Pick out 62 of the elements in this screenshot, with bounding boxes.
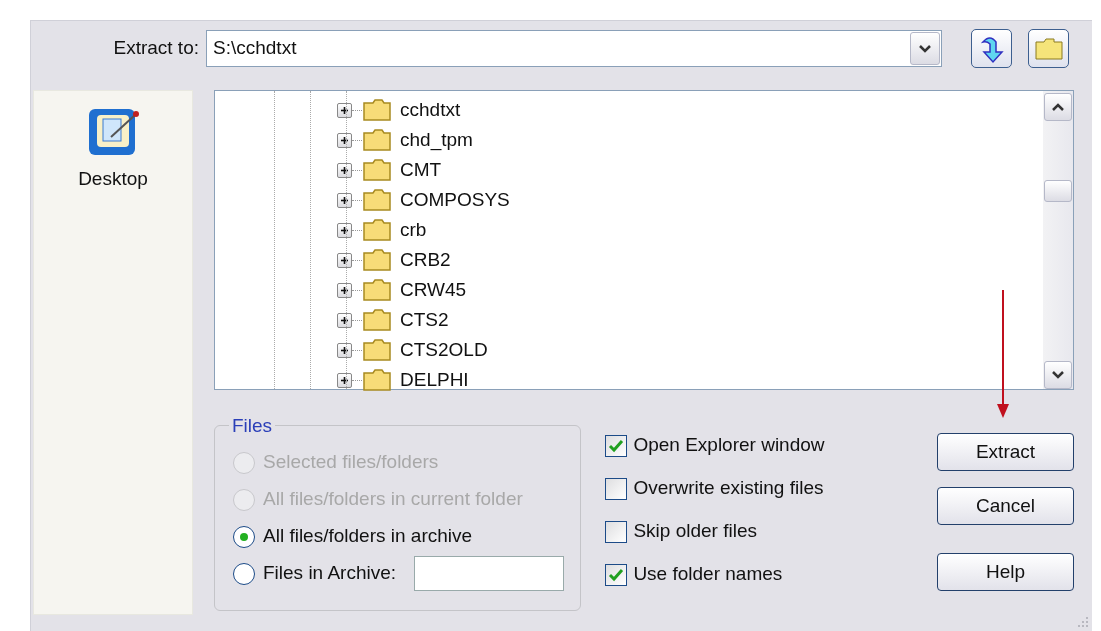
option-label[interactable]: Files in Archive: xyxy=(263,559,397,588)
folder-name[interactable]: crb xyxy=(400,215,427,245)
expand-toggle[interactable] xyxy=(337,102,352,118)
folder-icon xyxy=(362,218,392,242)
folder-icon xyxy=(362,188,392,212)
expand-toggle[interactable] xyxy=(337,162,352,178)
scrollbar[interactable] xyxy=(1043,91,1073,389)
expand-toggle[interactable] xyxy=(337,252,352,268)
expand-toggle[interactable] xyxy=(337,282,352,298)
path-value: S:\cchdtxt xyxy=(213,36,297,61)
radio-button[interactable] xyxy=(233,525,255,548)
folder-name[interactable]: COMPOSYS xyxy=(400,185,510,215)
folder-name[interactable]: CMT xyxy=(400,155,442,185)
chevron-up-icon xyxy=(1051,102,1065,112)
arrow-down-button[interactable] xyxy=(971,29,1012,68)
folder-icon xyxy=(362,308,392,332)
expand-toggle[interactable] xyxy=(337,312,352,328)
option-label[interactable]: All files/folders in archive xyxy=(263,522,473,551)
checkbox-label[interactable]: Open Explorer window xyxy=(633,431,825,460)
expand-toggle[interactable] xyxy=(337,132,352,148)
folder-icon xyxy=(362,278,392,302)
folder-icon xyxy=(362,368,392,392)
help-button[interactable]: Help xyxy=(937,553,1074,591)
folder-icon xyxy=(1033,36,1064,61)
radio-button[interactable] xyxy=(233,562,255,585)
archive-input-field[interactable] xyxy=(414,556,565,591)
checkbox[interactable] xyxy=(605,434,628,457)
cancel-button[interactable]: Cancel xyxy=(937,487,1074,525)
folder-name[interactable]: chd_tpm xyxy=(400,125,473,155)
scroll-thumb[interactable] xyxy=(1044,180,1072,202)
extract-path-combo[interactable]: S:\cchdtxt xyxy=(206,30,942,67)
expand-toggle[interactable] xyxy=(337,222,352,238)
folder-name[interactable]: CRW45 xyxy=(400,275,467,305)
place-label[interactable]: Desktop xyxy=(78,165,148,194)
folder-icon xyxy=(362,158,392,182)
expand-toggle[interactable] xyxy=(337,192,352,208)
folder-name[interactable]: CTS2 xyxy=(400,305,449,335)
scroll-down-button[interactable] xyxy=(1044,361,1072,389)
checkbox-label[interactable]: Overwrite existing files xyxy=(633,474,824,503)
folder-icon xyxy=(362,98,392,122)
expand-toggle[interactable] xyxy=(337,342,352,358)
extract-button[interactable]: Extract xyxy=(937,433,1074,471)
folder-button[interactable] xyxy=(1028,29,1069,68)
checkbox-label[interactable]: Use folder names xyxy=(633,560,783,589)
folder-icon xyxy=(362,248,392,272)
folder-name[interactable]: cchdtxt xyxy=(400,95,461,125)
folder-name[interactable]: DELPHI xyxy=(400,365,469,395)
chevron-down-icon xyxy=(1051,370,1065,380)
expand-toggle[interactable] xyxy=(337,372,352,388)
folder-name[interactable]: CRB2 xyxy=(400,245,451,275)
extract-to-label: Extract to: xyxy=(112,36,200,61)
checkbox[interactable] xyxy=(605,477,628,500)
scroll-up-button[interactable] xyxy=(1044,93,1072,121)
checkbox-label[interactable]: Skip older files xyxy=(633,517,757,546)
dropdown-button[interactable] xyxy=(910,32,940,65)
folder-icon xyxy=(362,338,392,362)
chevron-down-icon xyxy=(918,43,932,54)
folder-name[interactable]: CTS2OLD xyxy=(400,335,488,365)
checkbox[interactable] xyxy=(605,520,628,543)
checkbox[interactable] xyxy=(605,563,628,586)
folder-icon xyxy=(362,128,392,152)
resize-grip-icon[interactable] xyxy=(1076,615,1090,629)
